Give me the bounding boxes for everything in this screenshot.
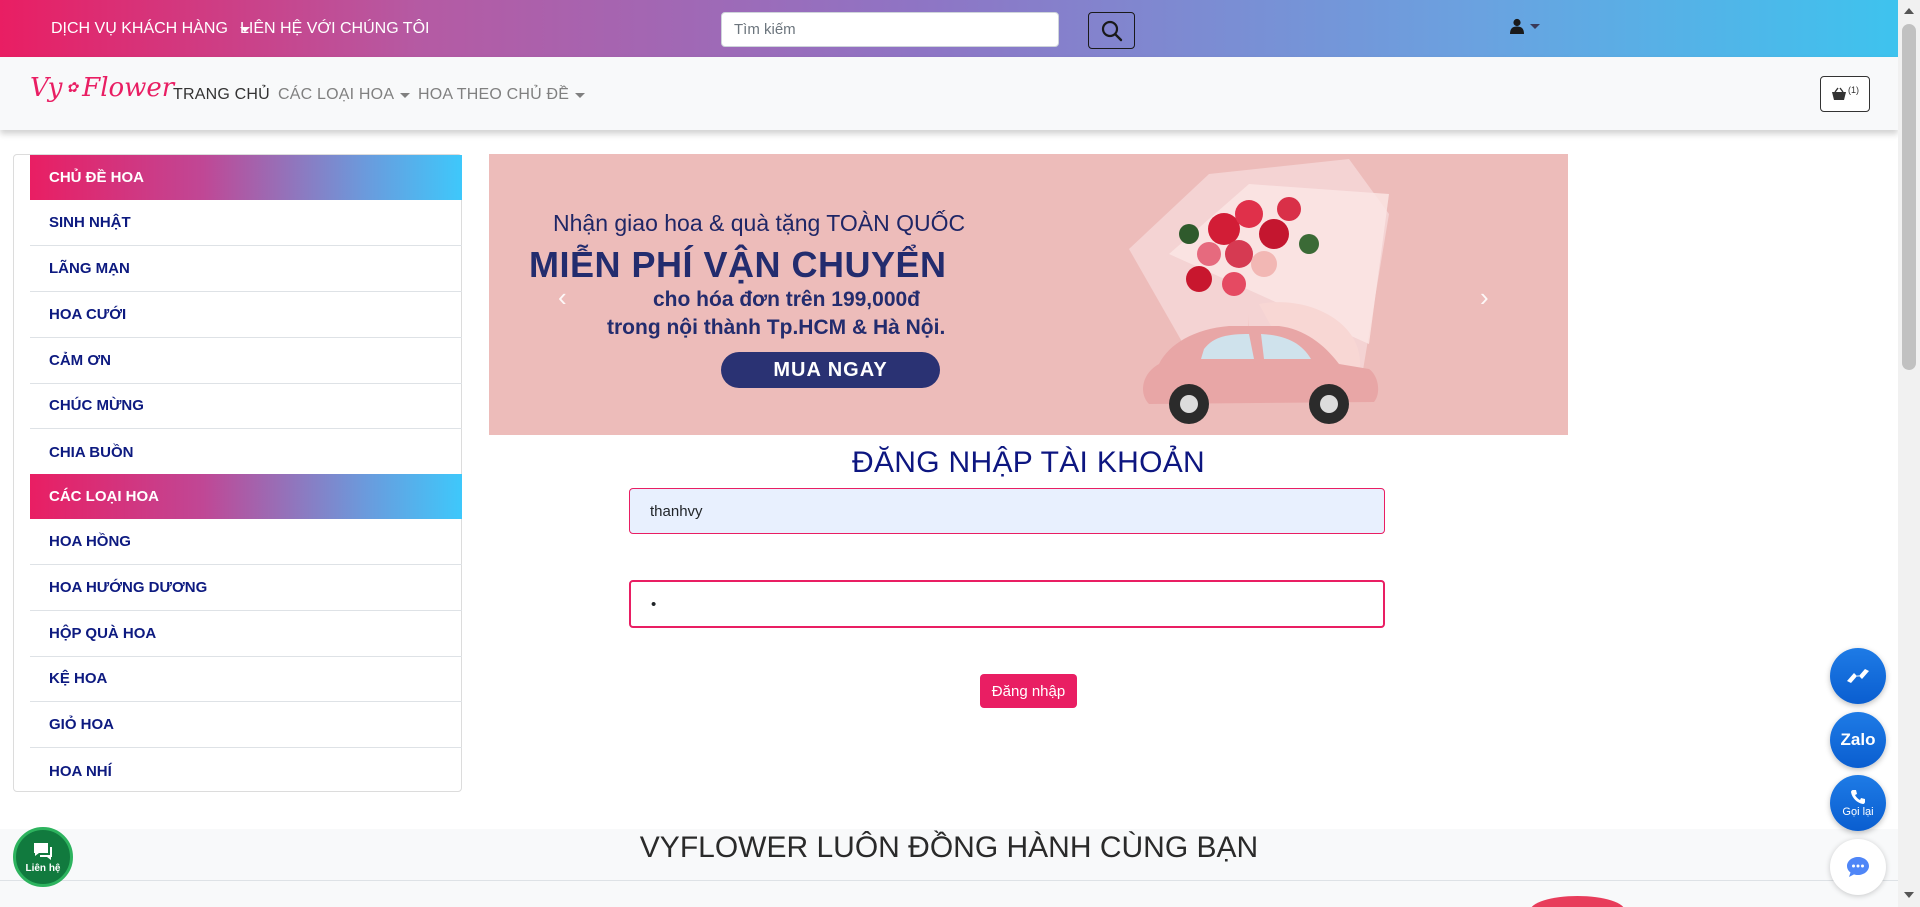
contact-us-link[interactable]: LIÊN HỆ VỚI CHÚNG TÔI <box>240 20 429 38</box>
sidebar-item-birthday[interactable]: SINH NHẬT <box>30 200 462 246</box>
search-button[interactable] <box>1088 12 1135 49</box>
scroll-down-icon[interactable] <box>1904 892 1914 898</box>
banner-line-4: trong nội thành Tp.HCM & Hà Nội. <box>607 316 946 339</box>
login-button[interactable]: Đăng nhập <box>980 674 1077 708</box>
nav-home-label: TRANG CHỦ <box>173 86 270 103</box>
flower-icon: ✿ <box>66 80 79 96</box>
banner-buy-now-button[interactable]: MUA NGAY <box>721 352 940 388</box>
sidebar-item-basket[interactable]: GIỎ HOA <box>30 702 462 748</box>
chevron-right-icon[interactable]: › <box>1480 282 1489 313</box>
cart-count: (1) <box>1848 85 1859 95</box>
zalo-button[interactable]: Zalo <box>1830 712 1886 768</box>
zalo-label: Zalo <box>1840 730 1876 749</box>
banner-line-1: Nhận giao hoa & quà tặng TOÀN QUỐC <box>553 210 966 236</box>
scrollbar-thumb[interactable] <box>1902 24 1916 370</box>
chevron-left-icon[interactable]: ‹ <box>558 282 567 313</box>
brand-text-left: Vy <box>30 73 63 103</box>
customer-service-label: DỊCH VỤ KHÁCH HÀNG <box>51 20 228 37</box>
sidebar-item-romantic[interactable]: LÃNG MẠN <box>30 246 462 292</box>
brand-logo[interactable]: Vy ✿ Flower <box>30 73 174 103</box>
sidebar-item-flower-stand[interactable]: KỆ HOA <box>30 656 462 702</box>
phone-icon <box>1851 790 1865 804</box>
chat-button[interactable] <box>1830 839 1886 895</box>
user-icon <box>1510 18 1524 34</box>
banner-illustration <box>1129 159 1389 424</box>
contact-us-label: LIÊN HỆ VỚI CHÚNG TÔI <box>240 20 430 37</box>
login-title: ĐĂNG NHẬP TÀI KHOẢN <box>852 446 1205 479</box>
banner-line-2: MIỄN PHÍ VẬN CHUYỂN <box>529 244 947 285</box>
chat-bubble-icon <box>1847 857 1869 877</box>
password-field[interactable] <box>629 580 1385 628</box>
contact-float-button[interactable]: Liên hệ <box>13 827 73 887</box>
basket-icon <box>1832 87 1846 100</box>
banner-line-3: cho hóa đơn trên 199,000đ <box>653 288 921 311</box>
section-divider <box>0 880 1898 881</box>
sidebar-themes-header: CHỦ ĐỀ HOA <box>30 155 462 200</box>
sidebar: CHỦ ĐỀ HOA SINH NHẬT LÃNG MẠN HOA CƯỚI C… <box>13 154 462 792</box>
sidebar-item-gift-box[interactable]: HỘP QUÀ HOA <box>30 611 462 657</box>
sidebar-item-thanks[interactable]: CẢM ƠN <box>30 338 462 384</box>
page: DỊCH VỤ KHÁCH HÀNG LIÊN HỆ VỚI CHÚNG TÔI… <box>0 0 1920 907</box>
nav-home[interactable]: TRANG CHỦ <box>173 86 270 104</box>
search-icon <box>1101 20 1122 41</box>
chevron-down-icon <box>400 92 411 98</box>
messenger-button[interactable] <box>1830 648 1886 704</box>
scroll-up-icon[interactable] <box>1904 8 1914 14</box>
nav-flower-types-label: CÁC LOẠI HOA <box>278 86 395 103</box>
customer-service-dropdown[interactable]: DỊCH VỤ KHÁCH HÀNG <box>51 20 250 38</box>
user-menu-dropdown[interactable] <box>1510 18 1540 34</box>
brand-text-right: Flower <box>82 73 175 103</box>
section-title: VYFLOWER LUÔN ĐỒNG HÀNH CÙNG BẠN <box>639 831 1259 864</box>
cart-button[interactable]: (1) <box>1820 76 1870 112</box>
contact-float-label: Liên hệ <box>25 862 61 874</box>
top-bar: DỊCH VỤ KHÁCH HÀNG LIÊN HỆ VỚI CHÚNG TÔI <box>0 0 1898 57</box>
sidebar-item-roses[interactable]: HOA HỒNG <box>30 519 462 565</box>
sidebar-item-condolence[interactable]: CHIA BUỒN <box>30 429 462 475</box>
sidebar-item-congrats[interactable]: CHÚC MỪNG <box>30 383 462 429</box>
search-input[interactable] <box>721 12 1059 47</box>
chevron-down-icon <box>1530 23 1540 29</box>
callback-label: Gọi lại <box>1842 806 1874 818</box>
promo-banner[interactable]: Nhận giao hoa & quà tặng TOÀN QUỐC MIỄN … <box>489 154 1568 435</box>
sidebar-types-header: CÁC LOẠI HOA <box>30 474 462 519</box>
page-scrollbar[interactable] <box>1898 0 1920 907</box>
sidebar-item-sunflowers[interactable]: HOA HƯỚNG DƯƠNG <box>30 565 462 611</box>
messenger-icon <box>1847 669 1869 683</box>
sidebar-item-wedding[interactable]: HOA CƯỚI <box>30 292 462 338</box>
nav-flower-types[interactable]: CÁC LOẠI HOA <box>278 86 411 104</box>
nav-flowers-by-theme[interactable]: HOA THEO CHỦ ĐỀ <box>418 86 586 104</box>
main-navbar: Vy ✿ Flower TRANG CHỦ CÁC LOẠI HOA HOA T… <box>0 57 1898 130</box>
nav-flowers-by-theme-label: HOA THEO CHỦ ĐỀ <box>418 86 570 103</box>
sidebar-item-small-flowers[interactable]: HOA NHÍ <box>30 748 462 794</box>
message-icon <box>34 842 52 860</box>
username-field[interactable] <box>629 488 1385 534</box>
chevron-down-icon <box>575 92 586 98</box>
callback-button[interactable]: Gọi lại <box>1830 775 1886 831</box>
